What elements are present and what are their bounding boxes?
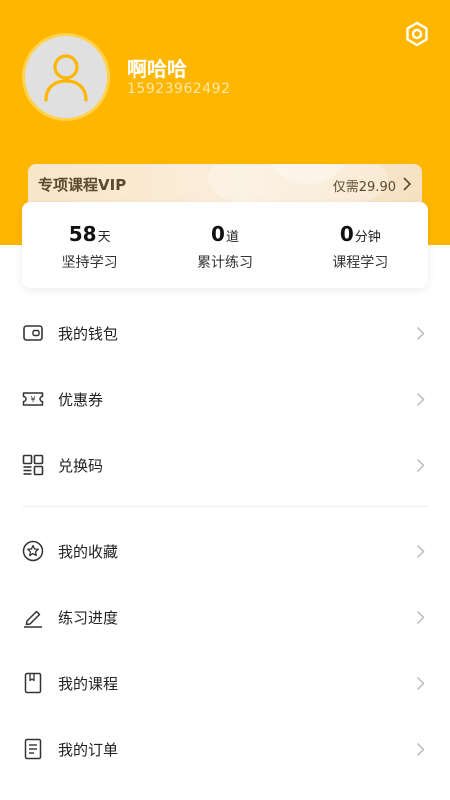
pencil-icon <box>22 606 44 628</box>
chevron-right-icon <box>416 676 425 690</box>
menu-label: 我的钱包 <box>58 324 119 343</box>
chevron-right-icon <box>416 392 425 406</box>
phone-number: 15923962492 <box>127 81 231 97</box>
qr-code-icon <box>22 454 44 476</box>
stat-label: 课程学习 <box>332 255 389 271</box>
menu-item-redeem-code[interactable]: 兑换码 <box>0 432 450 498</box>
menu-label: 我的订单 <box>58 740 119 759</box>
menu-item-wallet[interactable]: 我的钱包 <box>0 300 450 366</box>
stat-practice-count[interactable]: 0 道 累计练习 <box>157 202 292 288</box>
menu-item-coupon[interactable]: ¥ 优惠券 <box>0 366 450 432</box>
chevron-right-icon <box>416 544 425 558</box>
settings-button[interactable] <box>403 20 431 48</box>
chevron-right-icon <box>416 610 425 624</box>
chevron-right-icon <box>416 326 425 340</box>
vip-title: 专项课程VIP <box>38 176 127 194</box>
menu-group-account: 我的钱包 ¥ 优惠券 兑换码 <box>0 300 450 498</box>
stats-card: 58 天 坚持学习 0 道 累计练习 0 分钟 课程学习 <box>22 202 428 288</box>
username: 啊哈哈 <box>127 57 187 81</box>
stat-unit: 道 <box>225 230 239 245</box>
menu-item-my-courses[interactable]: 我的课程 <box>0 650 450 716</box>
user-icon <box>44 54 88 102</box>
stat-value: 0 <box>339 222 354 246</box>
avatar[interactable] <box>22 33 110 121</box>
star-icon <box>22 540 44 562</box>
menu-label: 我的课程 <box>58 674 119 693</box>
book-icon <box>22 672 44 694</box>
divider <box>22 506 428 507</box>
chevron-right-icon <box>416 458 425 472</box>
vip-price: 仅需29.90 <box>332 180 396 195</box>
stat-course-minutes[interactable]: 0 分钟 课程学习 <box>293 202 428 288</box>
menu-label: 兑换码 <box>58 456 104 475</box>
wallet-icon <box>22 322 44 344</box>
chevron-right-icon <box>403 177 412 191</box>
stat-study-days[interactable]: 58 天 坚持学习 <box>22 202 157 288</box>
menu-label: 我的收藏 <box>58 542 119 561</box>
coupon-icon: ¥ <box>22 388 44 410</box>
menu-label: 练习进度 <box>58 608 119 627</box>
menu-item-practice-progress[interactable]: 练习进度 <box>0 584 450 650</box>
menu-item-my-orders[interactable]: 我的订单 <box>0 716 450 782</box>
stat-value: 0 <box>211 222 225 246</box>
menu-group-learning: 我的收藏 练习进度 我的课程 我的订单 <box>0 518 450 782</box>
stat-value: 58 <box>68 222 97 246</box>
svg-text:¥: ¥ <box>30 395 35 404</box>
stat-label: 坚持学习 <box>61 255 118 271</box>
menu-item-favorites[interactable]: 我的收藏 <box>0 518 450 584</box>
order-icon <box>22 738 44 760</box>
vip-banner[interactable]: 专项课程VIP 仅需29.90 <box>28 164 422 204</box>
chevron-right-icon <box>416 742 425 756</box>
stat-unit: 分钟 <box>354 230 381 245</box>
stat-label: 累计练习 <box>196 255 253 271</box>
stat-unit: 天 <box>97 230 111 245</box>
settings-icon <box>406 21 428 47</box>
menu-label: 优惠券 <box>58 390 104 409</box>
